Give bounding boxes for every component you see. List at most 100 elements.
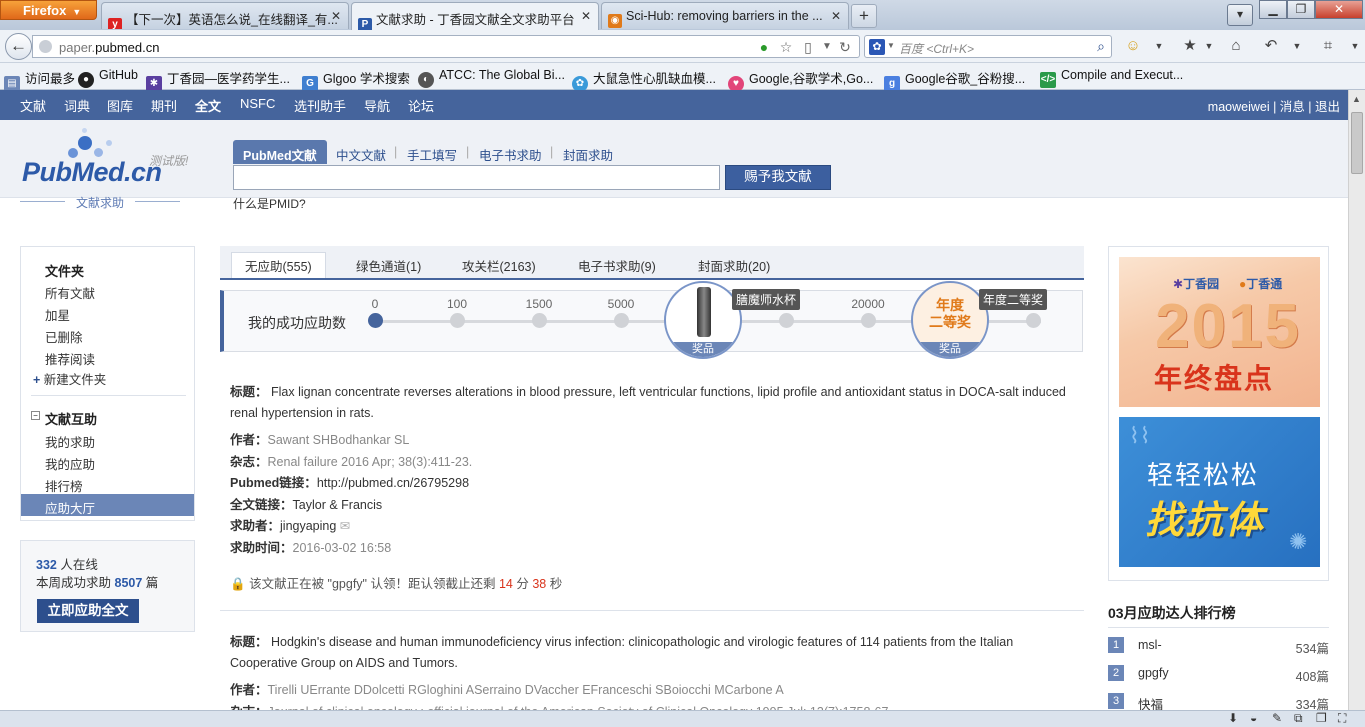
- scroll-thumb[interactable]: [1351, 112, 1363, 174]
- record-title[interactable]: 标题： Hodgkin's disease and human immunode…: [230, 632, 1070, 674]
- request-literature-button[interactable]: 赐予我文献: [725, 165, 831, 190]
- tab-scihub[interactable]: ◉ Sci-Hub: removing barriers in the ... ✕: [601, 2, 849, 29]
- collapse-icon[interactable]: −: [31, 411, 40, 420]
- nav-fulltext[interactable]: 全文: [195, 96, 221, 115]
- nav-nsfc[interactable]: NSFC: [240, 96, 275, 111]
- search-bar[interactable]: ✿ ▼ 百度 <Ctrl+K> ⌕: [864, 35, 1112, 58]
- new-tab-button[interactable]: +: [851, 4, 877, 28]
- record-pubmed-link[interactable]: Pubmed链接：http://pubmed.cn/26795298: [230, 472, 469, 491]
- bookmark-glgoo[interactable]: G Glgoo 学术搜索: [302, 68, 410, 92]
- star-icon[interactable]: ☆: [778, 39, 794, 55]
- nav-literature[interactable]: 文献: [20, 96, 46, 115]
- ranking-row[interactable]: 3 快福 334篇: [1108, 693, 1329, 712]
- pubmed-logo[interactable]: PubMed.cn 测试版! 文献求助: [20, 128, 195, 210]
- ad-banner-antibody[interactable]: ⌇⌇ ✺ 轻轻松松 找抗体: [1119, 417, 1320, 567]
- nav-images[interactable]: 图库: [107, 96, 133, 115]
- go-icon[interactable]: ●: [756, 39, 772, 55]
- scroll-up-icon[interactable]: ▲: [1352, 94, 1361, 104]
- engine-dropdown-icon[interactable]: ▼: [887, 41, 895, 50]
- tab-ebook[interactable]: 电子书求助(9): [578, 256, 656, 275]
- crop-icon[interactable]: ⌗: [1318, 36, 1338, 56]
- fullscreen-icon[interactable]: ⛶: [1338, 711, 1346, 726]
- tab-tough[interactable]: 攻关栏(2163): [462, 256, 536, 275]
- nav-forum[interactable]: 论坛: [408, 96, 434, 115]
- mail-icon[interactable]: ✉: [340, 519, 350, 533]
- window-icon[interactable]: ❐: [1316, 711, 1327, 725]
- user-links[interactable]: maoweiwei | 消息 | 退出: [1208, 96, 1340, 115]
- tab-pubmed[interactable]: P 文献求助 - 丁香园文献全文求助平台 ✕: [351, 2, 599, 30]
- undo-dropdown-icon[interactable]: ▼: [1287, 36, 1307, 56]
- rank-name[interactable]: msl-: [1138, 638, 1162, 652]
- addon-icon[interactable]: ☺: [1123, 36, 1143, 56]
- dropdown-icon[interactable]: ▼: [819, 39, 835, 55]
- bookmark-rat-model[interactable]: ✿ 大鼠急性心肌缺血模...: [572, 68, 716, 92]
- help-now-button[interactable]: 立即应助全文: [37, 599, 139, 623]
- pmid-input[interactable]: [233, 165, 720, 190]
- crop-dropdown-icon[interactable]: ▼: [1345, 36, 1365, 56]
- bookmarks-dropdown-icon[interactable]: ▼: [1199, 36, 1219, 56]
- mask-icon[interactable]: ◒: [1250, 711, 1257, 725]
- bookmark-compile-execute[interactable]: </> Compile and Execut...: [1040, 68, 1183, 88]
- globe-icon: [39, 40, 52, 53]
- tab-list-button[interactable]: ▾: [1227, 4, 1253, 26]
- new-folder-link[interactable]: + 新建文件夹: [33, 369, 106, 388]
- prize-thermos[interactable]: 奖品: [664, 281, 742, 359]
- mobile-icon[interactable]: ▯: [800, 39, 816, 55]
- nav-journals[interactable]: 期刊: [151, 96, 177, 115]
- bookmark-google-fans[interactable]: g Google谷歌_谷粉搜...: [884, 68, 1025, 92]
- minimize-button[interactable]: ▁: [1259, 0, 1287, 19]
- my-responses[interactable]: 我的应助: [45, 454, 95, 473]
- tab-no-response[interactable]: 无应助(555): [231, 252, 326, 278]
- leaderboard[interactable]: 排行榜: [45, 476, 83, 495]
- bookmark-dxy[interactable]: ✱ 丁香园—医学药学生...: [146, 68, 290, 92]
- record-title[interactable]: 标题： Flax lignan concentrate reverses alt…: [230, 382, 1070, 424]
- folder-recommended[interactable]: 推荐阅读: [45, 349, 95, 368]
- bookmarks-icon[interactable]: ★: [1180, 36, 1200, 56]
- firefox-menu-button[interactable]: Firefox ▼: [0, 0, 97, 20]
- addon-dropdown-icon[interactable]: ▼: [1149, 36, 1169, 56]
- nav-journal-selector[interactable]: 选刊助手: [294, 96, 346, 115]
- help-hall[interactable]: 应助大厅: [21, 494, 194, 516]
- nav-navigation[interactable]: 导航: [364, 96, 390, 115]
- ranking-row[interactable]: 1 msl- 534篇: [1108, 637, 1329, 656]
- prize-annual-second[interactable]: 年度 二等奖 奖品: [911, 281, 989, 359]
- copy-icon[interactable]: ⧉: [1294, 711, 1303, 726]
- what-is-pmid-link[interactable]: 什么是PMID?: [233, 195, 306, 212]
- folder-deleted[interactable]: 已删除: [45, 327, 83, 346]
- record-fulltext-link[interactable]: 全文链接：Taylor & Francis: [230, 494, 382, 513]
- bookmark-google-scholar[interactable]: ♥ Google,谷歌学术,Go...: [728, 68, 873, 92]
- ranking-row[interactable]: 2 gpgfy 408篇: [1108, 665, 1329, 684]
- search-icon[interactable]: ⌕: [1097, 38, 1105, 55]
- bookmark-atcc[interactable]: ◐ ATCC: The Global Bi...: [418, 68, 565, 88]
- back-button[interactable]: ←: [5, 33, 32, 60]
- folder-all[interactable]: 所有文献: [45, 283, 95, 302]
- reload-icon[interactable]: ↻: [837, 39, 853, 55]
- close-tab-icon[interactable]: ✕: [331, 9, 341, 23]
- download-icon[interactable]: ⬇: [1228, 711, 1238, 725]
- tools-icon[interactable]: ✎: [1272, 711, 1282, 725]
- close-tab-icon[interactable]: ✕: [581, 9, 591, 23]
- tab-youdao[interactable]: y 【下一次】英语怎么说_在线翻译_有... ✕: [101, 2, 349, 29]
- tab-green-channel[interactable]: 绿色通道(1): [356, 256, 421, 275]
- ad-banner-2015[interactable]: ✱丁香园 ●丁香通 2015 年终盘点: [1119, 257, 1320, 407]
- tab-cover-request[interactable]: 封面求助: [563, 140, 613, 164]
- maximize-button[interactable]: ❐: [1287, 0, 1315, 19]
- bookmark-github[interactable]: ● GitHub: [78, 68, 138, 88]
- close-tab-icon[interactable]: ✕: [831, 9, 841, 23]
- tab-chinese-literature[interactable]: 中文文献: [336, 140, 386, 164]
- page-scrollbar[interactable]: ▲: [1348, 90, 1365, 710]
- my-requests[interactable]: 我的求助: [45, 432, 95, 451]
- bookmark-most-visited[interactable]: ▤ 访问最多: [4, 68, 75, 92]
- folder-starred[interactable]: 加星: [45, 305, 70, 324]
- undo-icon[interactable]: ↶: [1261, 36, 1281, 56]
- tab-pubmed-literature[interactable]: PubMed文献: [233, 140, 327, 164]
- tab-cover[interactable]: 封面求助(20): [698, 256, 770, 275]
- url-bar[interactable]: paper.pubmed.cn ● ☆ ▯ ▼ ↻: [32, 35, 860, 58]
- rank-name[interactable]: gpgfy: [1138, 666, 1169, 680]
- rank-number: 1: [1108, 637, 1124, 653]
- home-icon[interactable]: ⌂: [1226, 36, 1246, 56]
- tab-manual-entry[interactable]: 手工填写: [407, 140, 457, 164]
- close-window-button[interactable]: ✕: [1315, 0, 1363, 19]
- nav-dictionary[interactable]: 词典: [64, 96, 90, 115]
- tab-ebook-request[interactable]: 电子书求助: [479, 140, 542, 164]
